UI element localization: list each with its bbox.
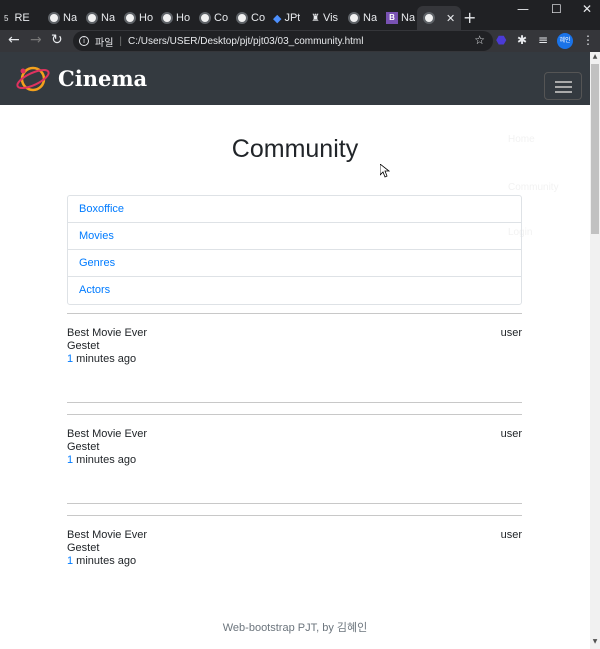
globe-icon: [161, 12, 173, 24]
globe-icon: [199, 12, 211, 24]
profile-avatar[interactable]: 혜인: [557, 33, 573, 49]
browser-tab[interactable]: Na: [48, 6, 77, 30]
browser-tab[interactable]: ♜ Vis: [311, 6, 338, 30]
planet-logo-icon: [16, 66, 50, 92]
post-time: 1 minutes ago: [67, 555, 137, 567]
mouse-cursor-icon: [380, 164, 390, 178]
close-tab-icon[interactable]: ✕: [446, 12, 455, 25]
new-tab-icon[interactable]: +: [463, 8, 476, 27]
reload-icon[interactable]: ↻: [51, 32, 63, 48]
ghost-nav-community: Community: [508, 182, 559, 193]
page-viewport: Cinema Home Community Login Community Bo…: [0, 52, 590, 649]
browser-toolbar: ← → ↻ i 파일 | C:/Users/USER/Desktop/pjt/p…: [0, 30, 600, 52]
browser-tab-active[interactable]: ✕: [417, 6, 462, 30]
browser-tab[interactable]: Na: [86, 6, 115, 30]
back-arrow-icon[interactable]: ←: [8, 32, 20, 48]
minimize-icon[interactable]: —: [517, 2, 529, 16]
globe-icon: [124, 12, 136, 24]
bootstrap-icon: B: [386, 12, 398, 24]
post-user: user: [500, 327, 522, 339]
footer: Web-bootstrap PJT, by 김혜인: [222, 622, 368, 634]
category-list: Boxoffice Movies Genres Actors: [67, 195, 522, 305]
brand-name: Cinema: [58, 65, 148, 91]
browser-tab[interactable]: Na: [348, 6, 377, 30]
post-time: 1 minutes ago: [67, 454, 137, 466]
puzzle-icon[interactable]: ✱: [517, 33, 527, 47]
page-title: Community: [231, 135, 359, 163]
globe-icon: [348, 12, 360, 24]
divider: [67, 414, 522, 415]
address-scheme-label: 파일: [95, 37, 114, 49]
page-scrollbar[interactable]: ▲ ▼: [590, 52, 600, 649]
info-icon[interactable]: i: [79, 36, 89, 46]
browser-tab[interactable]: Co: [236, 6, 265, 30]
post-content: Gestet: [67, 441, 100, 453]
scroll-up-icon[interactable]: ▲: [591, 53, 599, 63]
browser-tab[interactable]: Ho: [161, 6, 190, 30]
address-separator: |: [119, 35, 123, 47]
post-content: Gestet: [67, 340, 100, 352]
post-title[interactable]: Best Movie Ever: [67, 529, 147, 541]
brand[interactable]: Cinema: [14, 62, 147, 94]
navbar-toggler-button[interactable]: [544, 72, 582, 100]
divider: [67, 402, 522, 403]
category-item-genres[interactable]: Genres: [68, 250, 521, 277]
divider: [67, 313, 522, 314]
browser-tab[interactable]: ◆ JPt: [273, 6, 300, 30]
browser-tab[interactable]: Ho: [124, 6, 153, 30]
maximize-icon[interactable]: ☐: [551, 2, 562, 16]
post: Best Movie Ever user Gestet 1 minutes ag…: [67, 414, 522, 504]
post-title[interactable]: Best Movie Ever: [67, 327, 147, 339]
post-user: user: [500, 428, 522, 440]
robot-icon: ♜: [311, 12, 320, 24]
post-content: Gestet: [67, 542, 100, 554]
extension-icon[interactable]: ⬣: [496, 33, 506, 47]
address-url[interactable]: C:/Users/USER/Desktop/pjt/pjt03/03_commu…: [128, 36, 363, 47]
browser-tab-strip: 5 RE Na Na Ho Ho Co Co ◆ JPt ♜ Vis Na B Na ✕…: [0, 0, 600, 30]
post-user: user: [500, 529, 522, 541]
post: Best Movie Ever user Gestet 1 minutes ag…: [67, 515, 522, 567]
scrollbar-thumb[interactable]: [591, 64, 599, 234]
globe-icon: [48, 12, 60, 24]
post: Best Movie Ever user Gestet 1 minutes ag…: [67, 313, 522, 403]
post-title[interactable]: Best Movie Ever: [67, 428, 147, 440]
divider: [67, 503, 522, 504]
globe-icon: [423, 12, 435, 24]
category-item-actors[interactable]: Actors: [68, 277, 521, 304]
forward-arrow-icon[interactable]: →: [30, 32, 42, 48]
bookmark-star-icon[interactable]: ☆: [474, 33, 485, 47]
media-control-icon[interactable]: ≡: [538, 33, 548, 47]
category-item-movies[interactable]: Movies: [68, 223, 521, 250]
browser-tab[interactable]: Co: [199, 6, 228, 30]
post-time: 1 minutes ago: [67, 353, 137, 365]
navbar: Cinema: [0, 52, 590, 105]
close-window-icon[interactable]: ✕: [582, 2, 592, 16]
divider: [67, 515, 522, 516]
browser-tab[interactable]: 5 RE: [4, 6, 30, 30]
address-bar[interactable]: i 파일 | C:/Users/USER/Desktop/pjt/pjt03/0…: [73, 31, 493, 51]
category-item-boxoffice[interactable]: Boxoffice: [68, 196, 521, 223]
globe-icon: [236, 12, 248, 24]
browser-tab[interactable]: B Na: [386, 6, 415, 30]
globe-icon: [86, 12, 98, 24]
scroll-down-icon[interactable]: ▼: [591, 638, 599, 648]
menu-kebab-icon[interactable]: ⋮: [582, 33, 594, 47]
diamond-icon: ◆: [273, 12, 282, 25]
